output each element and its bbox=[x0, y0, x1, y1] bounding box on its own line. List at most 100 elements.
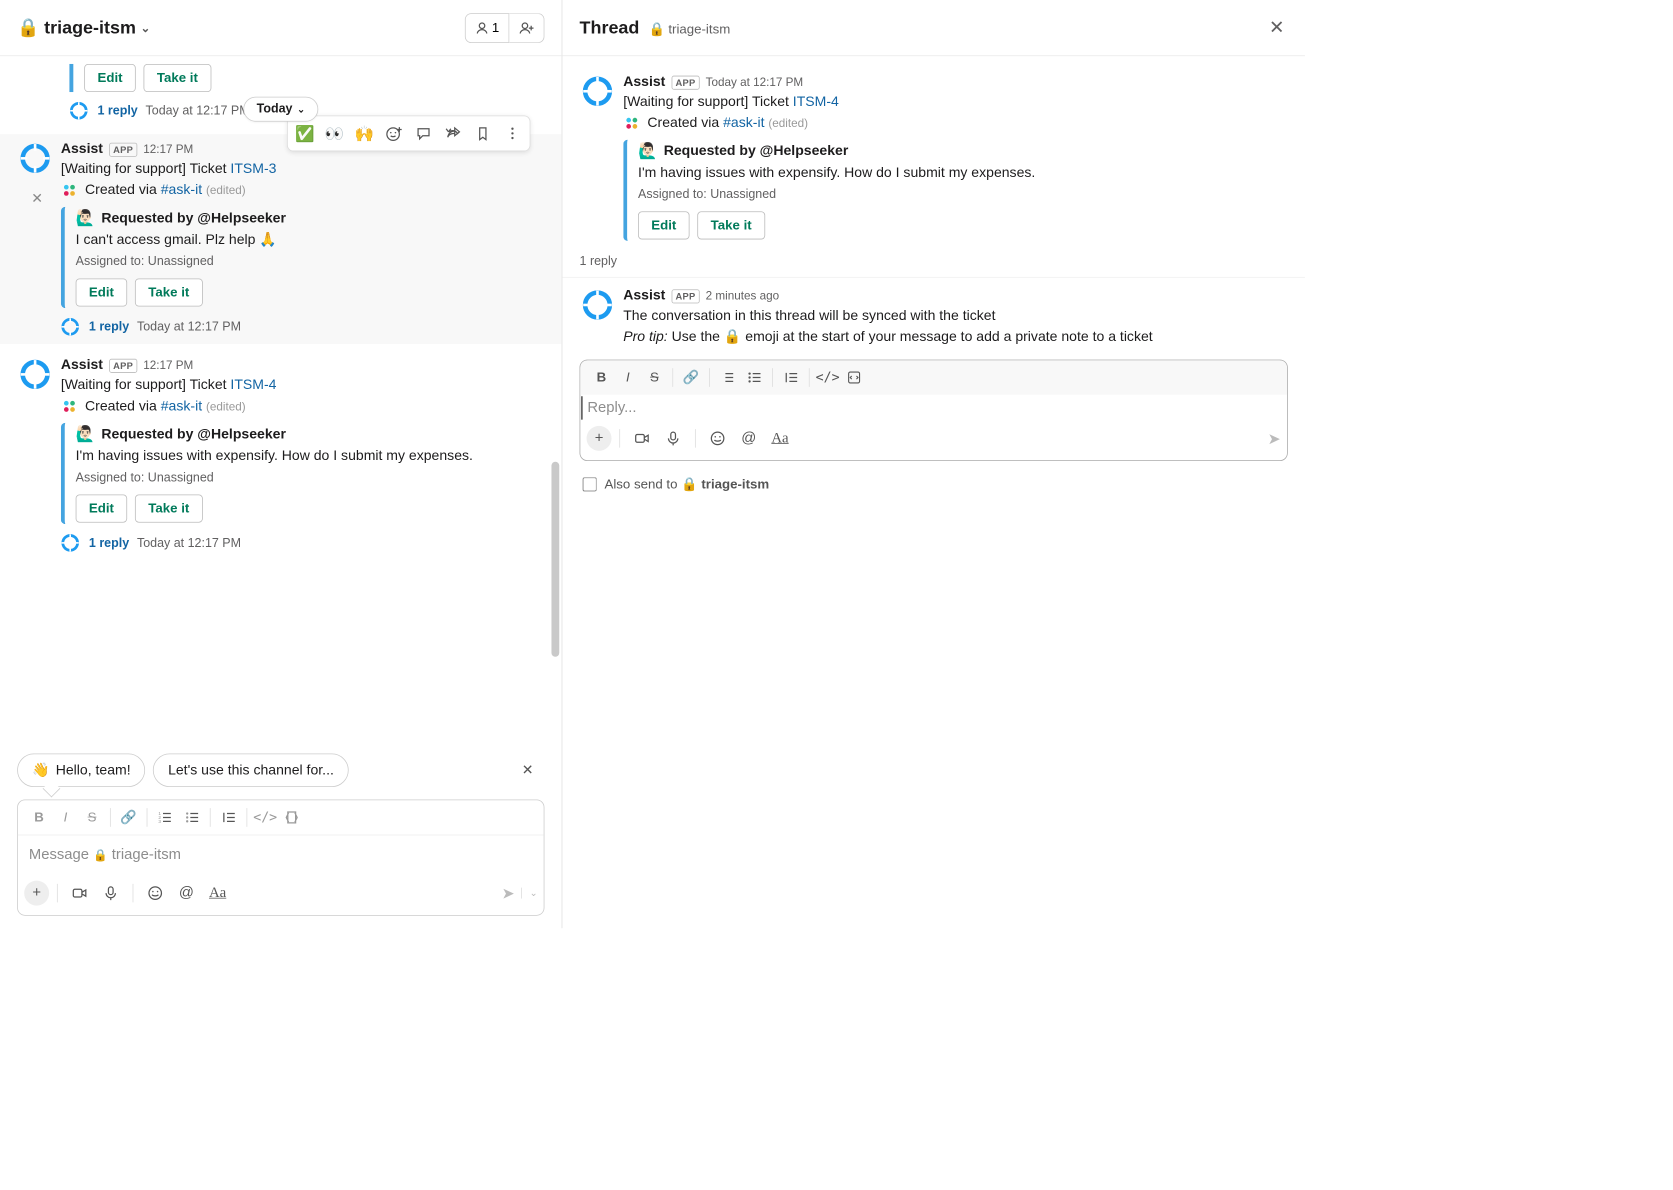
chevron-down-icon: ⌄ bbox=[141, 21, 151, 35]
format-icon[interactable]: Aa bbox=[204, 879, 232, 907]
thread-channel[interactable]: 🔒triage-itsm bbox=[649, 22, 731, 38]
ordered-list-icon[interactable]: 123 bbox=[152, 807, 179, 829]
close-thread-icon[interactable]: ✕ bbox=[1266, 13, 1288, 42]
code-block-icon[interactable] bbox=[841, 367, 868, 389]
link-icon[interactable]: 🔗 bbox=[678, 367, 705, 389]
format-icon[interactable]: Aa bbox=[766, 424, 794, 452]
video-icon[interactable] bbox=[628, 424, 656, 452]
attach-icon[interactable]: + bbox=[587, 426, 612, 451]
send-button[interactable]: ➤ bbox=[1268, 429, 1281, 449]
take-it-button[interactable]: Take it bbox=[697, 211, 765, 239]
bullet-list-icon[interactable] bbox=[741, 367, 768, 389]
reply-count-separator: 1 reply bbox=[562, 247, 1305, 277]
blockquote-icon[interactable] bbox=[215, 807, 242, 829]
thread-icon[interactable] bbox=[410, 119, 438, 147]
lock-emoji-icon: 🔒 bbox=[724, 328, 741, 344]
timestamp[interactable]: 12:17 PM bbox=[143, 143, 193, 156]
edit-button[interactable]: Edit bbox=[76, 495, 128, 523]
scrollbar[interactable] bbox=[551, 462, 559, 657]
message-suggestions: 👋Hello, team! Let's use this channel for… bbox=[0, 746, 562, 794]
sender-name[interactable]: Assist bbox=[623, 73, 665, 89]
edit-button[interactable]: Edit bbox=[76, 278, 128, 306]
emoji-icon[interactable] bbox=[141, 879, 169, 907]
mic-icon[interactable] bbox=[97, 879, 125, 907]
date-divider[interactable]: Today ⌄ bbox=[243, 97, 318, 122]
timestamp[interactable]: 2 minutes ago bbox=[706, 289, 780, 302]
message-text: [Waiting for support] Ticket ITSM-3 bbox=[61, 158, 545, 179]
share-icon[interactable] bbox=[439, 119, 467, 147]
bullet-list-icon[interactable] bbox=[179, 807, 206, 829]
formatting-toolbar: B I S 🔗 123 </> bbox=[18, 800, 544, 835]
thread-parent-message: Assist APP Today at 12:17 PM [Waiting fo… bbox=[562, 67, 1305, 247]
members-button[interactable]: 1 bbox=[465, 13, 510, 43]
bookmark-icon[interactable] bbox=[469, 119, 497, 147]
add-reaction-icon[interactable] bbox=[380, 119, 408, 147]
mention-icon[interactable]: @ bbox=[172, 879, 200, 907]
emoji-icon[interactable] bbox=[704, 424, 732, 452]
take-it-button[interactable]: Take it bbox=[135, 495, 203, 523]
reply-count[interactable]: 1 reply bbox=[89, 537, 129, 551]
blockquote-icon[interactable] bbox=[778, 367, 805, 389]
assist-avatar-icon bbox=[580, 73, 616, 109]
timestamp[interactable]: 12:17 PM bbox=[143, 359, 193, 372]
ticket-body: I can't access gmail. Plz help 🙏 bbox=[76, 229, 545, 250]
code-icon[interactable]: </> bbox=[814, 367, 841, 389]
reply-input[interactable]: Reply... bbox=[581, 396, 1287, 419]
channel-link[interactable]: #ask-it bbox=[723, 115, 764, 131]
delete-attachment-icon[interactable]: ✕ bbox=[31, 190, 43, 206]
add-members-button[interactable] bbox=[509, 13, 544, 43]
timestamp[interactable]: Today at 12:17 PM bbox=[706, 76, 804, 89]
italic-icon[interactable]: I bbox=[615, 367, 642, 389]
mention-icon[interactable]: @ bbox=[735, 424, 763, 452]
check-react-icon[interactable]: ✅ bbox=[291, 119, 319, 147]
reply-timestamp: Today at 12:17 PM bbox=[146, 105, 250, 119]
person-raising-hand-icon: 🙋🏻‍♂️ bbox=[638, 141, 657, 161]
also-send-checkbox[interactable]: Also send to 🔒 triage-itsm bbox=[562, 467, 1305, 501]
raised-hands-react-icon[interactable]: 🙌 bbox=[350, 119, 378, 147]
edit-button[interactable]: Edit bbox=[84, 64, 136, 92]
bold-icon[interactable]: B bbox=[26, 807, 53, 829]
assist-avatar-icon bbox=[61, 317, 81, 337]
video-icon[interactable] bbox=[66, 879, 94, 907]
assist-avatar-icon bbox=[61, 534, 81, 554]
sender-name[interactable]: Assist bbox=[623, 287, 665, 303]
message-composer: B I S 🔗 123 </> Message 🔒 triage-itsm + bbox=[17, 800, 544, 916]
mic-icon[interactable] bbox=[659, 424, 687, 452]
send-button[interactable]: ➤⌄ bbox=[502, 883, 538, 903]
message-hover-toolbar: ✅ 👀 🙌 bbox=[287, 115, 530, 151]
channel-link[interactable]: #ask-it bbox=[161, 398, 202, 414]
reply-count[interactable]: 1 reply bbox=[98, 105, 138, 119]
more-icon[interactable] bbox=[498, 119, 526, 147]
take-it-button[interactable]: Take it bbox=[144, 64, 212, 92]
ticket-link[interactable]: ITSM-3 bbox=[230, 161, 276, 177]
reply-count[interactable]: 1 reply bbox=[89, 321, 129, 335]
link-icon[interactable]: 🔗 bbox=[115, 807, 142, 829]
also-send-input[interactable] bbox=[583, 477, 597, 491]
channel-link[interactable]: #ask-it bbox=[161, 182, 202, 198]
channel-header: 🔒 triage-itsm ⌄ 1 bbox=[0, 0, 562, 56]
sender-name[interactable]: Assist bbox=[61, 140, 103, 156]
suggestion-chip[interactable]: Let's use this channel for... bbox=[153, 753, 348, 787]
take-it-button[interactable]: Take it bbox=[135, 278, 203, 306]
channel-title[interactable]: 🔒 triage-itsm ⌄ bbox=[17, 17, 150, 38]
code-block-icon[interactable] bbox=[278, 807, 305, 829]
strike-icon[interactable]: S bbox=[79, 807, 106, 829]
eyes-react-icon[interactable]: 👀 bbox=[321, 119, 349, 147]
message-input[interactable]: Message 🔒 triage-itsm bbox=[18, 835, 544, 874]
strike-icon[interactable]: S bbox=[641, 367, 668, 389]
ticket-link[interactable]: ITSM-4 bbox=[230, 377, 276, 393]
formatting-toolbar: B I S 🔗 </> bbox=[580, 360, 1287, 394]
close-suggestions-icon[interactable]: ✕ bbox=[511, 759, 545, 782]
italic-icon[interactable]: I bbox=[52, 807, 79, 829]
edit-button[interactable]: Edit bbox=[638, 211, 690, 239]
person-add-icon bbox=[519, 21, 535, 35]
send-options-icon[interactable]: ⌄ bbox=[521, 888, 537, 899]
svg-text:3: 3 bbox=[158, 819, 161, 824]
attach-icon[interactable]: + bbox=[24, 881, 49, 906]
suggestion-chip[interactable]: 👋Hello, team! bbox=[17, 753, 145, 787]
ordered-list-icon[interactable] bbox=[714, 367, 741, 389]
ticket-link[interactable]: ITSM-4 bbox=[793, 94, 839, 110]
sender-name[interactable]: Assist bbox=[61, 356, 103, 372]
code-icon[interactable]: </> bbox=[252, 807, 279, 829]
bold-icon[interactable]: B bbox=[588, 367, 615, 389]
